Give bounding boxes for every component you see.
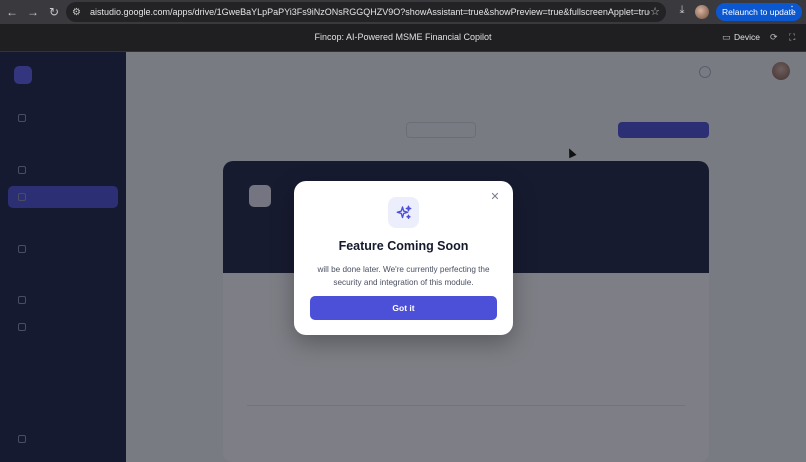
- profile-avatar[interactable]: [695, 5, 709, 19]
- address-bar[interactable]: ⚙ aistudio.google.com/apps/drive/1GweBaY…: [66, 2, 666, 22]
- modal-message: will be done later. We're currently perf…: [317, 265, 490, 287]
- more-menu-icon[interactable]: ⋮: [787, 5, 797, 16]
- refresh-icon[interactable]: ⟳: [770, 32, 778, 43]
- reload-icon: ↻: [48, 5, 60, 19]
- download-icon[interactable]: ⤓: [674, 4, 690, 20]
- close-icon[interactable]: ✕: [490, 192, 500, 203]
- arrow-right-icon: →: [27, 5, 39, 19]
- modal-icon-badge: [388, 197, 419, 228]
- sparkles-icon: [396, 205, 411, 219]
- device-icon: ▭: [722, 32, 731, 42]
- forward-button[interactable]: →: [24, 3, 42, 21]
- arrow-left-icon: ←: [6, 5, 18, 19]
- got-it-button[interactable]: Got it: [310, 296, 497, 320]
- app-title: Fincop: AI-Powered MSME Financial Copilo…: [314, 32, 492, 42]
- back-button[interactable]: ←: [3, 3, 21, 21]
- relaunch-button[interactable]: Relaunch to update ⋮: [716, 3, 802, 21]
- feature-modal: ✕ Feature Coming Soon will be done later…: [294, 181, 513, 335]
- url-text[interactable]: aistudio.google.com/apps/drive/1GweBaYLp…: [90, 7, 650, 17]
- fullscreen-icon[interactable]: ⛶: [789, 32, 795, 43]
- modal-title: Feature Coming Soon: [338, 239, 469, 253]
- star-icon[interactable]: ☆: [650, 5, 660, 18]
- tune-icon[interactable]: ⚙: [72, 7, 86, 18]
- studio-bar: Fincop: AI-Powered MSME Financial Copilo…: [0, 24, 806, 52]
- relaunch-label: Relaunch to update: [722, 7, 796, 17]
- browser-toolbar: ← → ↻ ⚙ aistudio.google.com/apps/drive/1…: [0, 0, 806, 24]
- reload-button[interactable]: ↻: [45, 3, 63, 21]
- device-button[interactable]: Device: [734, 32, 760, 42]
